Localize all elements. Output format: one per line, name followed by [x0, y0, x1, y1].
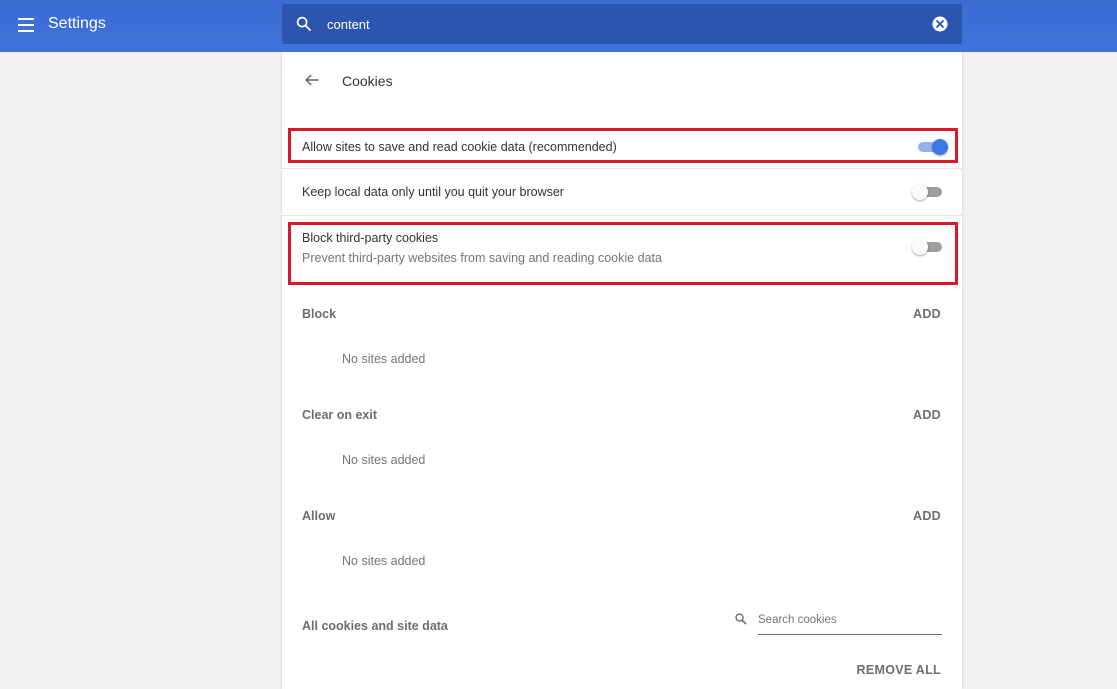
keep-local-data-toggle[interactable] — [912, 184, 944, 200]
settings-header: Settings — [0, 0, 1117, 52]
search-cookies-input[interactable] — [758, 611, 918, 629]
allow-empty-note: No sites added — [342, 554, 426, 568]
all-cookies-title: All cookies and site data — [302, 619, 448, 633]
app-title: Settings — [48, 15, 106, 32]
remove-all-button[interactable]: REMOVE ALL — [857, 663, 941, 677]
cookies-settings-card: Cookies Allow sites to save and read coo… — [282, 52, 962, 689]
page-title: Cookies — [342, 73, 393, 89]
search-icon — [296, 16, 311, 31]
highlight-box — [288, 128, 958, 163]
clear-search-icon[interactable] — [931, 15, 949, 33]
clear-on-exit-empty-note: No sites added — [342, 453, 426, 467]
cookie-search-field — [735, 607, 942, 635]
settings-search-input[interactable] — [327, 13, 887, 35]
clear-on-exit-add-button[interactable]: ADD — [913, 408, 941, 422]
keep-local-data-label: Keep local data only until you quit your… — [302, 185, 564, 199]
search-icon — [735, 613, 747, 625]
allow-add-button[interactable]: ADD — [913, 509, 941, 523]
block-add-button[interactable]: ADD — [913, 307, 941, 321]
allow-section-title: Allow — [302, 509, 336, 523]
block-section-title: Block — [302, 307, 337, 321]
arrow-back-icon[interactable] — [302, 70, 322, 90]
highlight-box — [288, 222, 958, 285]
divider — [282, 215, 962, 216]
keep-local-data-row[interactable]: Keep local data only until you quit your… — [282, 169, 962, 215]
block-empty-note: No sites added — [342, 352, 426, 366]
clear-on-exit-section-title: Clear on exit — [302, 408, 378, 422]
settings-search-bar — [282, 4, 962, 44]
menu-icon[interactable] — [16, 14, 38, 36]
